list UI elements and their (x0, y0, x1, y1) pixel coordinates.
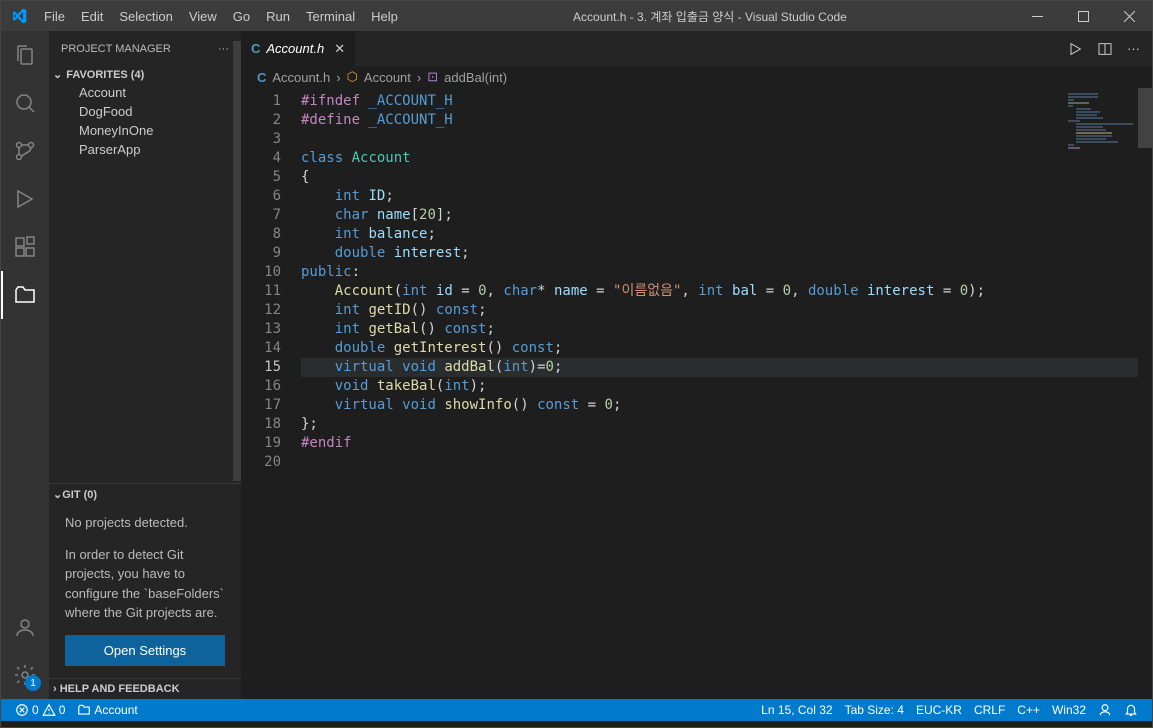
menu-selection[interactable]: Selection (111, 9, 180, 24)
method-icon: ⊡ (427, 69, 438, 85)
source-control-icon[interactable] (1, 127, 49, 175)
close-tab-icon[interactable]: ✕ (334, 41, 345, 57)
settings-badge: 1 (25, 675, 41, 691)
chevron-right-icon: › (53, 683, 57, 695)
project-manager-icon[interactable] (1, 271, 49, 319)
code-editor[interactable]: 1234567891011121314151617181920 #ifndef … (241, 88, 1152, 699)
more-icon[interactable]: ··· (218, 43, 229, 55)
sidebar-header: PROJECT MANAGER ··· (49, 31, 241, 66)
cursor-position[interactable]: Ln 15, Col 32 (755, 703, 838, 717)
git-header[interactable]: ⌄GIT (0) (49, 484, 241, 505)
favorites-header[interactable]: ⌄ FAVORITES (4) (49, 66, 241, 83)
tab-account-h[interactable]: C Account.h ✕ (241, 31, 356, 66)
help-label: HELP AND FEEDBACK (60, 683, 180, 695)
extensions-icon[interactable] (1, 223, 49, 271)
editor-scrollbar[interactable] (1138, 88, 1152, 148)
c-file-icon: C (257, 70, 266, 85)
project-item[interactable]: MoneyInOne (49, 121, 241, 140)
sidebar-scrollbar[interactable] (233, 41, 241, 481)
feedback-icon[interactable] (1092, 703, 1118, 717)
breadcrumb[interactable]: C Account.h › ⬡ Account › ⊡ addBal(int) (241, 66, 1152, 88)
branch-status[interactable]: Account (71, 703, 143, 717)
problems-status[interactable]: 0 0 (9, 703, 71, 717)
window-title: Account.h - 3. 계좌 입출금 양식 - Visual Studio… (406, 8, 1014, 25)
encoding[interactable]: EUC-KR (910, 703, 968, 717)
notifications-icon[interactable] (1118, 703, 1144, 717)
menu-edit[interactable]: Edit (73, 9, 111, 24)
settings-gear-icon[interactable]: 1 (1, 651, 49, 699)
open-settings-button[interactable]: Open Settings (65, 635, 225, 667)
c-file-icon: C (251, 41, 260, 56)
code-lines[interactable]: #ifndef _ACCOUNT_H#define _ACCOUNT_Hclas… (301, 92, 1152, 699)
errors-count: 0 (32, 703, 39, 717)
help-header[interactable]: › HELP AND FEEDBACK (49, 678, 241, 699)
project-item[interactable]: ParserApp (49, 140, 241, 159)
chevron-down-icon: ⌄ (53, 68, 62, 81)
minimap[interactable] (1048, 93, 1138, 213)
status-bar: 0 0 Account Ln 15, Col 32 Tab Size: 4 EU… (1, 699, 1152, 721)
menu-help[interactable]: Help (363, 9, 406, 24)
line-numbers: 1234567891011121314151617181920 (241, 92, 301, 699)
project-item[interactable]: DogFood (49, 102, 241, 121)
explorer-icon[interactable] (1, 31, 49, 79)
sidebar-title: PROJECT MANAGER (61, 43, 171, 55)
titlebar: File Edit Selection View Go Run Terminal… (1, 1, 1152, 31)
maximize-button[interactable] (1060, 1, 1106, 31)
project-item[interactable]: Account (49, 83, 241, 102)
chevron-right-icon: › (336, 70, 340, 85)
platform[interactable]: Win32 (1046, 703, 1092, 717)
eol[interactable]: CRLF (968, 703, 1011, 717)
tab-bar: C Account.h ✕ ··· (241, 31, 1152, 66)
menu-go[interactable]: Go (225, 9, 258, 24)
split-editor-icon[interactable] (1097, 41, 1113, 57)
git-msg: No projects detected. (65, 513, 225, 533)
menu-file[interactable]: File (36, 9, 73, 24)
chevron-right-icon: › (417, 70, 421, 85)
editor-group: C Account.h ✕ ··· C Account.h › ⬡ Accoun… (241, 31, 1152, 699)
branch-name: Account (94, 703, 137, 717)
main-menu: File Edit Selection View Go Run Terminal… (36, 9, 406, 24)
tab-size[interactable]: Tab Size: 4 (839, 703, 910, 717)
warnings-count: 0 (59, 703, 66, 717)
tab-label: Account.h (266, 41, 324, 56)
sidebar: PROJECT MANAGER ··· ⌄ FAVORITES (4) Accou… (49, 31, 241, 699)
activity-bar: 1 (1, 31, 49, 699)
chevron-down-icon: ⌄ (53, 488, 62, 501)
more-icon[interactable]: ··· (1127, 41, 1140, 56)
run-icon[interactable] (1, 175, 49, 223)
run-file-icon[interactable] (1067, 41, 1083, 57)
git-label: GIT (0) (62, 489, 97, 501)
breadcrumb-method[interactable]: addBal(int) (444, 70, 507, 85)
favorites-label: FAVORITES (4) (66, 69, 144, 81)
close-button[interactable] (1106, 1, 1152, 31)
breadcrumb-class[interactable]: Account (364, 70, 411, 85)
menu-run[interactable]: Run (258, 9, 298, 24)
minimize-button[interactable] (1014, 1, 1060, 31)
class-icon: ⬡ (347, 69, 358, 85)
accounts-icon[interactable] (1, 603, 49, 651)
git-msg: In order to detect Git projects, you hav… (65, 545, 225, 623)
menu-terminal[interactable]: Terminal (298, 9, 363, 24)
language-mode[interactable]: C++ (1011, 703, 1046, 717)
breadcrumb-file[interactable]: Account.h (272, 70, 330, 85)
menu-view[interactable]: View (181, 9, 225, 24)
vscode-logo-icon (1, 8, 36, 24)
search-icon[interactable] (1, 79, 49, 127)
